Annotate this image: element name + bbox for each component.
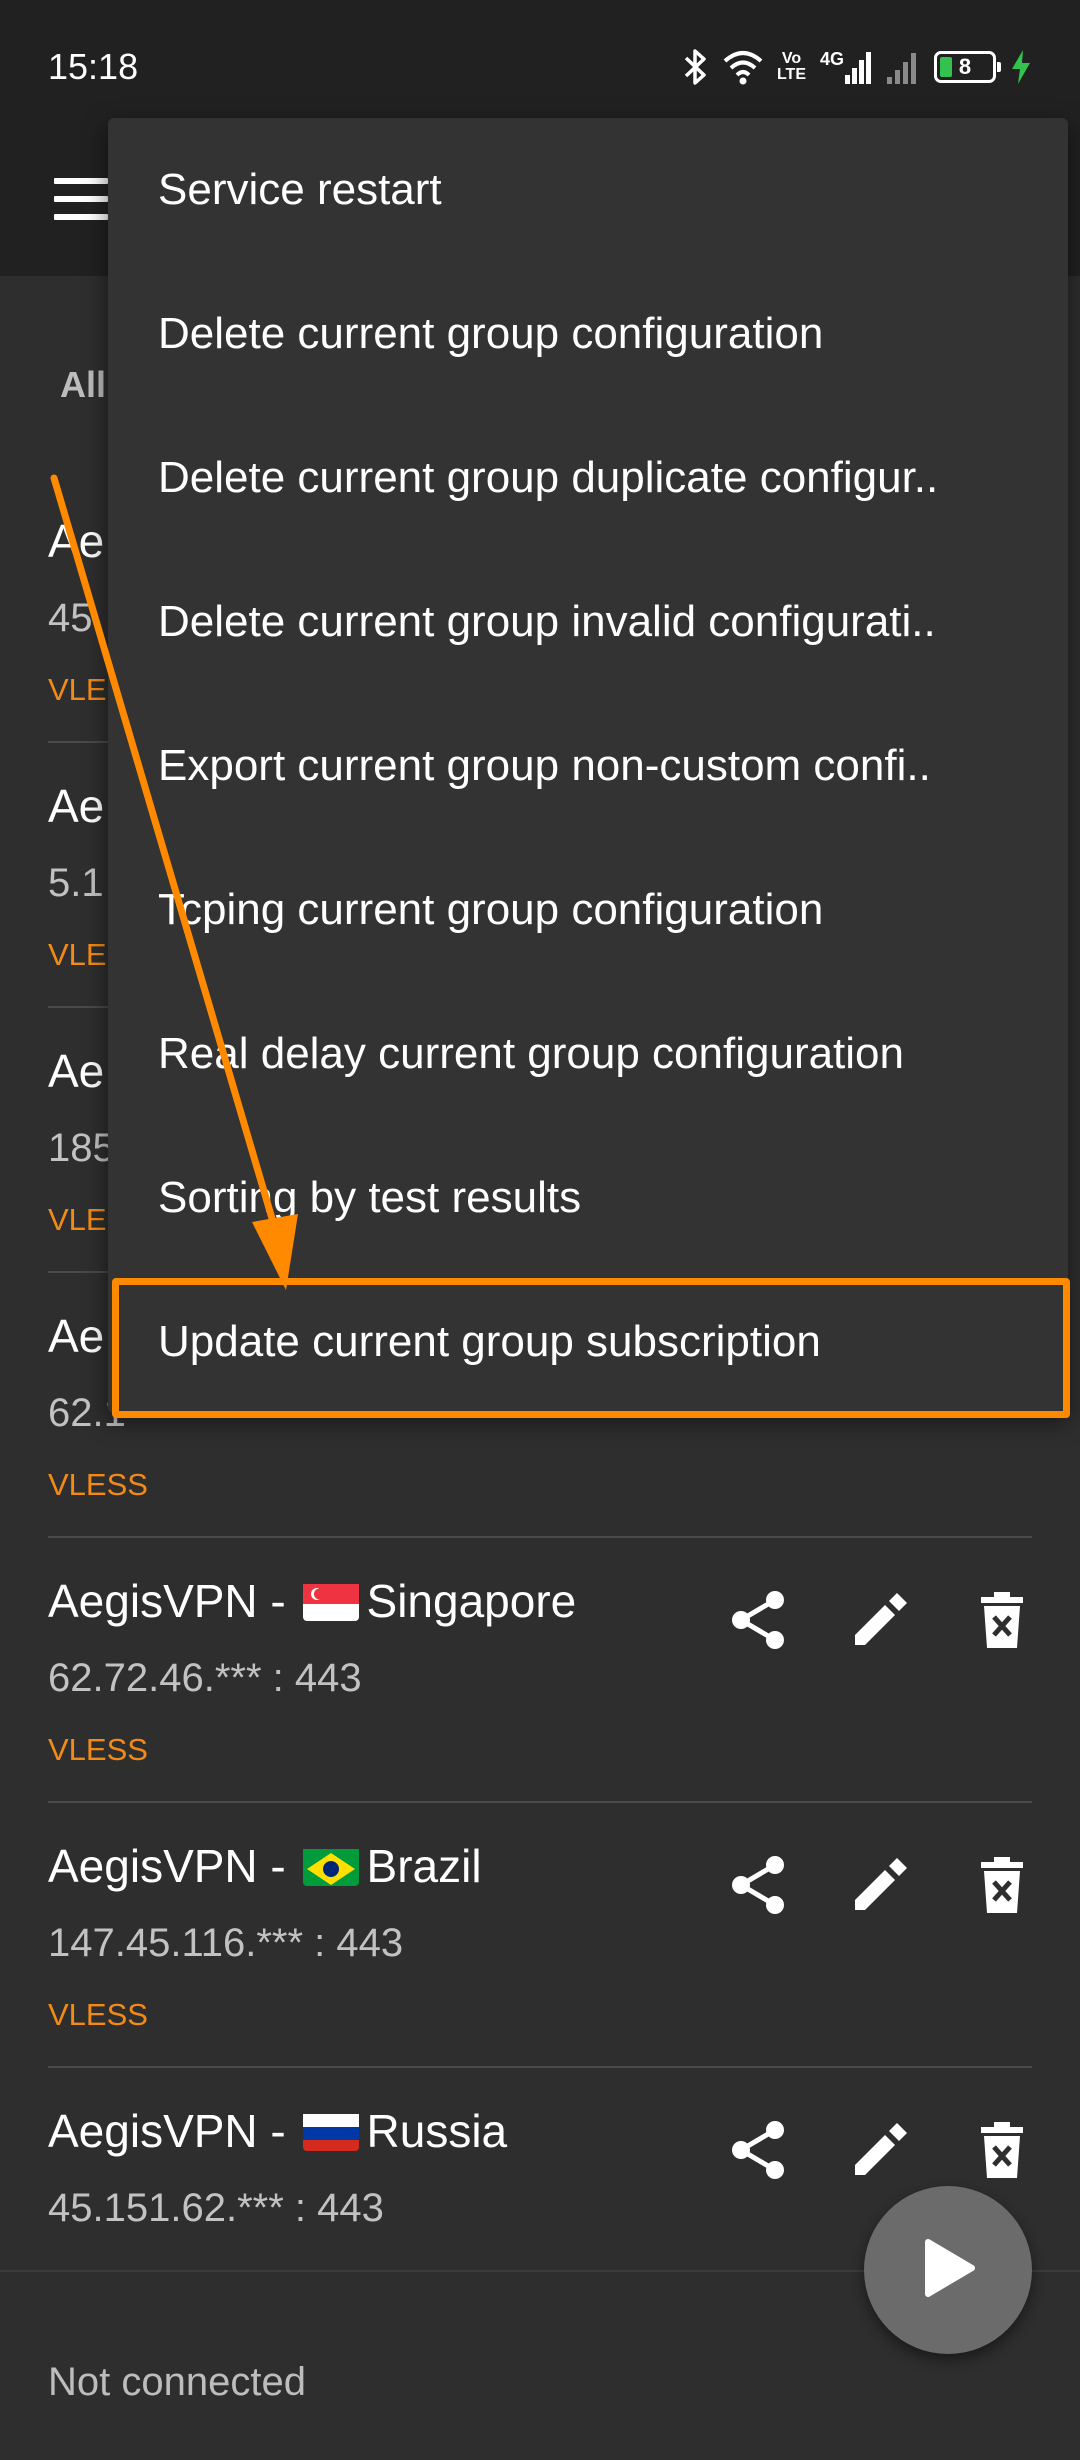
server-name: Ae	[48, 1310, 105, 1362]
server-protocol: VLESS	[48, 1732, 148, 1767]
pencil-icon[interactable]	[850, 1855, 910, 1915]
brazil-flag-icon	[302, 1846, 359, 1886]
server-address: 185	[48, 1126, 115, 1170]
menu-item-tcping[interactable]: Tcping current group configuration	[108, 838, 1068, 982]
server-country: Singapore	[366, 1575, 577, 1627]
server-protocol: VLESS	[48, 1997, 148, 2032]
russia-flag-icon	[302, 2111, 359, 2151]
bluetooth-icon	[683, 47, 709, 87]
server-name: Ae	[48, 515, 105, 567]
server-item-singapore[interactable]: AegisVPN - Singapore 62.72.46.*** : 443 …	[0, 1538, 1080, 1803]
status-icons: Vo LTE 4G 8	[683, 44, 1032, 90]
server-name-prefix: AegisVPN -	[48, 2105, 299, 2157]
server-name-prefix: AegisVPN -	[48, 1575, 299, 1627]
item-actions	[728, 1855, 1032, 1915]
share-icon[interactable]	[728, 1855, 788, 1915]
server-address: 62.72.46.*** : 443	[48, 1656, 362, 1700]
tab-all[interactable]: All	[60, 364, 106, 406]
pencil-icon[interactable]	[850, 1590, 910, 1650]
singapore-flag-icon	[302, 1581, 359, 1621]
delete-icon[interactable]	[972, 1590, 1032, 1650]
overflow-menu: Service restart Delete current group con…	[108, 118, 1068, 1413]
server-name-prefix: AegisVPN -	[48, 1840, 299, 1892]
wifi-icon	[723, 49, 763, 85]
menu-item-delete-invalid-config[interactable]: Delete current group invalid configurati…	[108, 550, 1068, 694]
server-item-brazil[interactable]: AegisVPN - Brazil 147.45.116.*** : 443 V…	[0, 1803, 1080, 2068]
volte-icon: Vo LTE	[777, 51, 806, 83]
charging-icon	[1010, 49, 1032, 85]
cell-signal-icon: 4G	[820, 49, 872, 85]
server-country: Russia	[366, 2105, 508, 2157]
menu-item-delete-duplicate-config[interactable]: Delete current group duplicate configur.…	[108, 406, 1068, 550]
menu-item-sorting[interactable]: Sorting by test results	[108, 1126, 1068, 1270]
item-actions	[728, 1590, 1032, 1650]
play-icon	[920, 2238, 976, 2303]
status-time: 15:18	[48, 46, 139, 87]
menu-item-real-delay[interactable]: Real delay current group configuration	[108, 982, 1068, 1126]
pencil-icon[interactable]	[850, 2120, 910, 2180]
connect-button[interactable]	[864, 2186, 1032, 2354]
network-type-label: 4G	[819, 49, 844, 69]
share-icon[interactable]	[728, 2120, 788, 2180]
server-address: 45	[48, 596, 93, 640]
server-protocol: VLE	[48, 672, 107, 707]
menu-item-export-config[interactable]: Export current group non-custom confi..	[108, 694, 1068, 838]
server-protocol: VLESS	[48, 1467, 148, 1502]
annotation-highlight-box	[112, 1278, 1070, 1418]
volte-label: Vo LTE	[776, 50, 806, 83]
cell-signal-2-icon	[886, 49, 920, 85]
server-protocol: VLE	[48, 1202, 107, 1237]
server-address: 147.45.116.*** : 443	[48, 1921, 404, 1965]
server-country: Brazil	[366, 1840, 482, 1892]
server-name: AegisVPN - Singapore	[48, 1574, 576, 1628]
delete-icon[interactable]	[972, 2120, 1032, 2180]
item-actions	[728, 2120, 1032, 2180]
hamburger-menu-icon[interactable]	[54, 178, 110, 234]
connection-status: Not connected	[48, 2360, 306, 2404]
delete-icon[interactable]	[972, 1855, 1032, 1915]
server-address: 5.1	[48, 861, 104, 905]
share-icon[interactable]	[728, 1590, 788, 1650]
server-name: AegisVPN - Brazil	[48, 1839, 482, 1893]
server-name: Ae	[48, 780, 105, 832]
battery-icon: 8	[934, 51, 1001, 83]
menu-item-delete-group-config[interactable]: Delete current group configuration	[108, 262, 1068, 406]
server-protocol: VLE	[48, 937, 107, 972]
server-name: Ae	[48, 1045, 105, 1097]
battery-level: 8	[958, 54, 972, 79]
server-name: AegisVPN - Russia	[48, 2104, 507, 2158]
menu-item-service-restart[interactable]: Service restart	[108, 118, 1068, 262]
server-address: 45.151.62.*** : 443	[48, 2186, 384, 2230]
